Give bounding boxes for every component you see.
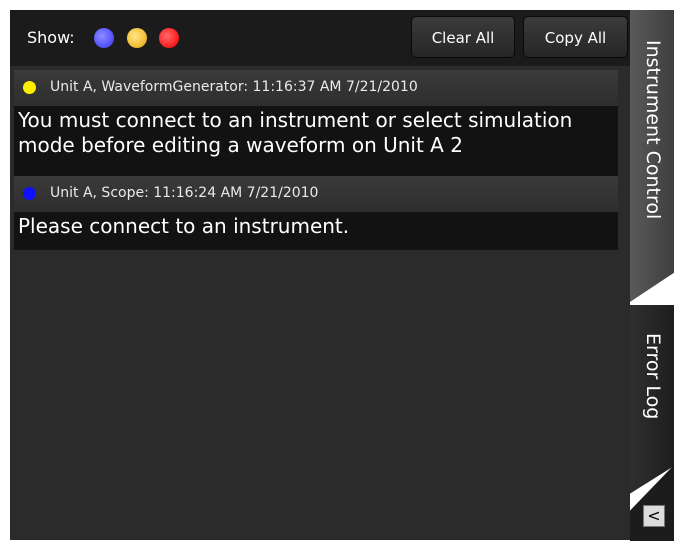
log-entry-header: Unit A, Scope: 11:16:24 AM 7/21/2010 (14, 176, 618, 212)
log-entry: Unit A, WaveformGenerator: 11:16:37 AM 7… (14, 70, 618, 180)
log-entry-source: Unit A, WaveformGenerator: 11:16:37 AM 7… (50, 79, 418, 95)
log-entry: Unit A, Scope: 11:16:24 AM 7/21/2010 Ple… (14, 176, 618, 250)
log-entry-message: Please connect to an instrument. (18, 214, 350, 238)
collapse-chevron-left-icon[interactable]: < (643, 505, 665, 527)
tab-error-log-label: Error Log (642, 333, 664, 420)
warning-dot-icon (23, 81, 36, 94)
log-entry-source: Unit A, Scope: 11:16:24 AM 7/21/2010 (50, 185, 319, 201)
tab-instrument-control-label: Instrument Control (642, 40, 664, 220)
error-log-panel: Show: Clear All Copy All Unit A, Wavefor… (10, 10, 630, 540)
side-tab-bar: Instrument Control Error Log (630, 0, 674, 541)
clear-all-button[interactable]: Clear All (411, 16, 515, 58)
log-entry-header: Unit A, WaveformGenerator: 11:16:37 AM 7… (14, 70, 618, 106)
filter-blue-toggle[interactable] (94, 28, 114, 48)
filter-yellow-toggle[interactable] (127, 28, 147, 48)
log-entry-message: You must connect to an instrument or sel… (18, 108, 573, 157)
show-label: Show: (27, 28, 75, 47)
copy-all-button[interactable]: Copy All (523, 16, 628, 58)
tab-instrument-control[interactable]: Instrument Control (630, 10, 674, 302)
info-dot-icon (23, 187, 36, 200)
filter-red-toggle[interactable] (159, 28, 179, 48)
toolbar: Show: Clear All Copy All (10, 10, 630, 66)
